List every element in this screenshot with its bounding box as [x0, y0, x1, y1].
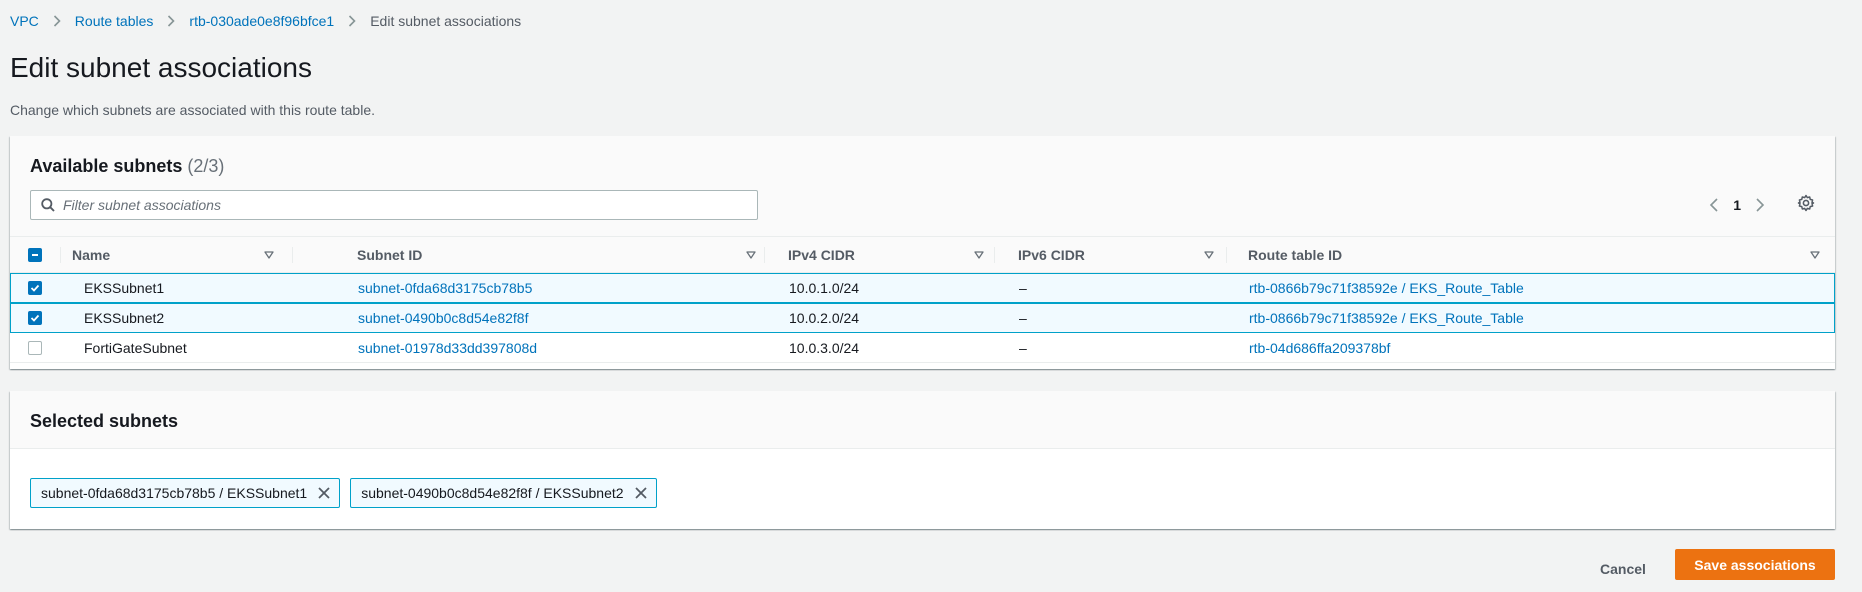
available-subnets-title: Available subnets (2/3) — [30, 156, 224, 177]
breadcrumb-route-tables[interactable]: Route tables — [75, 13, 154, 29]
column-label: Subnet ID — [357, 247, 423, 263]
column-label: IPv4 CIDR — [788, 247, 855, 263]
selected-token: subnet-0490b0c8d54e82f8f / EKSSubnet2 — [350, 478, 657, 508]
sort-caret-icon[interactable] — [974, 251, 984, 259]
token-label: subnet-0490b0c8d54e82f8f / EKSSubnet2 — [361, 485, 624, 501]
row-checkbox[interactable] — [28, 341, 42, 355]
route-table-link[interactable]: rtb-0866b79c71f38592e / EKS_Route_Table — [1249, 274, 1524, 302]
column-divider — [994, 247, 995, 263]
breadcrumb-vpc[interactable]: VPC — [10, 13, 39, 29]
available-subnets-count: (2/3) — [187, 156, 225, 176]
column-divider — [764, 247, 765, 263]
selected-subnets-header: Selected subnets — [10, 391, 1835, 449]
row-checkbox[interactable] — [28, 311, 42, 325]
table-row[interactable]: FortiGateSubnet subnet-01978d33dd397808d… — [10, 333, 1835, 363]
column-label: Route table ID — [1248, 247, 1343, 263]
close-icon[interactable] — [317, 486, 331, 500]
ipv4-cidr: 10.0.2.0/24 — [789, 310, 860, 326]
column-header-ipv4-cidr[interactable]: IPv4 CIDR — [788, 237, 998, 273]
available-subnets-title-text: Available subnets — [30, 156, 183, 176]
column-divider — [292, 247, 293, 263]
column-label: IPv6 CIDR — [1018, 247, 1085, 263]
ipv6-cidr: – — [1019, 280, 1027, 296]
route-table-link[interactable]: rtb-04d686ffa209378bf — [1249, 333, 1390, 362]
chevron-right-icon — [53, 15, 61, 27]
breadcrumb-route-table-id[interactable]: rtb-030ade0e8f96bfce1 — [189, 13, 334, 29]
filter-input[interactable] — [63, 197, 757, 213]
column-divider — [1226, 247, 1227, 263]
available-subnets-panel: Available subnets (2/3) 1 — [10, 136, 1835, 369]
route-table-link[interactable]: rtb-0866b79c71f38592e / EKS_Route_Table — [1249, 304, 1524, 332]
gear-icon[interactable] — [1797, 194, 1815, 212]
pagination: 1 — [1709, 194, 1765, 216]
close-icon[interactable] — [634, 486, 648, 500]
available-subnets-header: Available subnets (2/3) 1 — [10, 136, 1835, 237]
column-header-ipv6-cidr[interactable]: IPv6 CIDR — [1018, 237, 1228, 273]
chevron-right-icon — [167, 15, 176, 27]
selected-token: subnet-0fda68d3175cb78b5 / EKSSubnet1 — [30, 478, 341, 508]
cancel-button[interactable]: Cancel — [1580, 554, 1666, 584]
table-header: Name Subnet ID IPv4 CIDR IPv6 CIDR Route… — [10, 237, 1835, 273]
breadcrumb: VPC Route tables rtb-030ade0e8f96bfce1 E… — [10, 11, 521, 31]
ipv4-cidr: 10.0.3.0/24 — [789, 339, 860, 356]
token-label: subnet-0fda68d3175cb78b5 / EKSSubnet1 — [41, 485, 308, 501]
column-label: Name — [72, 247, 111, 263]
ipv4-cidr: 10.0.1.0/24 — [789, 280, 860, 296]
sort-caret-icon[interactable] — [1204, 251, 1214, 259]
table-row[interactable]: EKSSubnet1 subnet-0fda68d3175cb78b5 10.0… — [10, 273, 1835, 303]
page-title: Edit subnet associations — [10, 52, 312, 83]
subnet-name: FortiGateSubnet — [84, 339, 187, 356]
sort-caret-icon[interactable] — [264, 251, 274, 259]
selected-subnets-title: Selected subnets — [30, 411, 179, 431]
column-divider — [60, 247, 61, 263]
breadcrumb-current: Edit subnet associations — [370, 13, 522, 29]
subnet-id-link[interactable]: subnet-0490b0c8d54e82f8f — [358, 304, 528, 332]
page-description: Change which subnets are associated with… — [10, 102, 375, 118]
search-icon — [41, 198, 55, 212]
column-header-route-table-id[interactable]: Route table ID — [1248, 237, 1828, 273]
save-associations-button[interactable]: Save associations — [1675, 549, 1835, 580]
selected-subnets-panel: Selected subnets subnet-0fda68d3175cb78b… — [10, 391, 1835, 529]
column-header-subnet-id[interactable]: Subnet ID — [357, 237, 757, 273]
row-checkbox[interactable] — [28, 281, 42, 295]
subnet-id-link[interactable]: subnet-0fda68d3175cb78b5 — [358, 274, 532, 302]
filter-box[interactable] — [30, 190, 758, 220]
page-number[interactable]: 1 — [1733, 197, 1741, 213]
sort-caret-icon[interactable] — [746, 251, 756, 259]
subnet-name: EKSSubnet1 — [84, 280, 165, 296]
column-header-name[interactable]: Name — [72, 237, 282, 273]
selected-tokens: subnet-0fda68d3175cb78b5 / EKSSubnet1 su… — [30, 478, 657, 508]
select-all-checkbox[interactable] — [28, 248, 42, 262]
subnet-id-link[interactable]: subnet-01978d33dd397808d — [358, 333, 537, 362]
table-row[interactable]: EKSSubnet2 subnet-0490b0c8d54e82f8f 10.0… — [10, 303, 1835, 333]
chevron-left-icon[interactable] — [1709, 198, 1719, 212]
chevron-right-icon — [348, 15, 356, 27]
ipv6-cidr: – — [1019, 310, 1027, 326]
subnets-table: Name Subnet ID IPv4 CIDR IPv6 CIDR Route… — [10, 237, 1835, 363]
subnet-name: EKSSubnet2 — [84, 310, 165, 326]
sort-caret-icon[interactable] — [1810, 251, 1820, 259]
chevron-right-icon[interactable] — [1755, 198, 1765, 212]
ipv6-cidr: – — [1019, 339, 1027, 356]
